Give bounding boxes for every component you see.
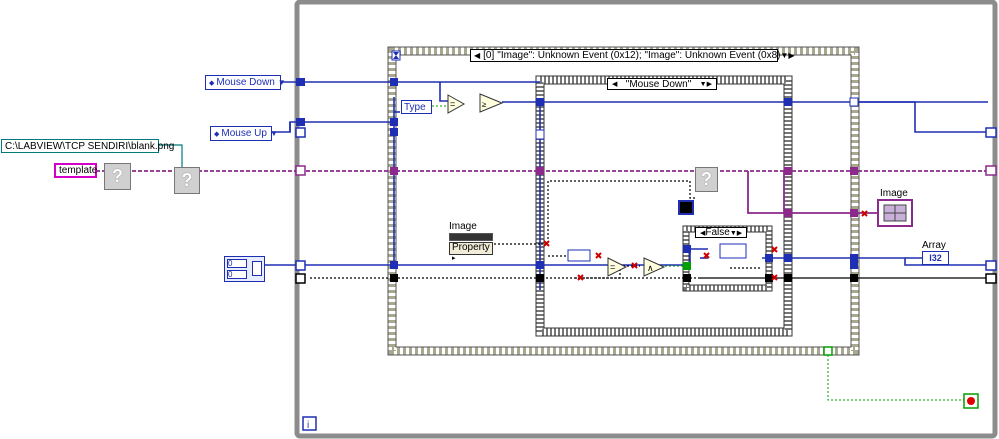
event-data-node[interactable]: [535, 129, 545, 140]
property-node-reference-bar: [449, 233, 493, 241]
event-selector-label[interactable]: ◀ [0] "Image": Unknown Event (0x12); "Im…: [470, 49, 795, 62]
case-structure-mouse-down-frame[interactable]: [536, 76, 792, 336]
case-selector-label: "Mouse Down": [625, 78, 692, 90]
event-selector-index: [0]: [483, 50, 495, 61]
question-mark-icon[interactable]: ?: [174, 167, 200, 194]
numeric-wires: [264, 81, 988, 290]
cluster-element-2[interactable]: [252, 261, 262, 276]
prev-case-icon[interactable]: ◀: [612, 80, 617, 88]
svg-text:≥: ≥: [482, 100, 487, 109]
equal-node[interactable]: =: [447, 94, 466, 114]
property-node-reference-label: Image: [449, 221, 477, 232]
cluster-constant[interactable]: 0 0: [224, 256, 265, 282]
svg-text:∧: ∧: [647, 263, 654, 273]
type-label: Type: [404, 101, 426, 113]
template-string-constant[interactable]: template: [54, 163, 97, 178]
cluster-element-1[interactable]: 0: [227, 270, 247, 279]
boolean-wires: [432, 105, 966, 401]
question-mark-icon[interactable]: ?: [695, 167, 718, 192]
event-data-type-node[interactable]: Type: [401, 100, 432, 114]
svg-text:i: i: [307, 420, 309, 431]
array-type-label: I32: [929, 253, 942, 263]
or-node[interactable]: ≥: [479, 93, 504, 113]
boolean-constant[interactable]: [678, 200, 694, 215]
next-case-icon[interactable]: ▼▶: [730, 229, 742, 237]
question-mark-icon[interactable]: ?: [104, 163, 131, 190]
property-arrow-icon: ▸: [452, 255, 456, 262]
case-selector-false[interactable]: ◀ False ▼▶: [695, 227, 747, 238]
array-indicator-label: Array: [922, 240, 946, 251]
svg-text:=: =: [610, 262, 615, 272]
template-value: template: [59, 165, 98, 176]
chevron-down-icon: ▼: [277, 78, 286, 87]
mouse-down-label: Mouse Down: [216, 77, 275, 88]
event-selector-prev-icon[interactable]: ◀: [474, 51, 480, 60]
bundle-node[interactable]: [719, 243, 747, 259]
next-case-icon[interactable]: ▼▶: [700, 80, 712, 88]
path-value: C:\LABVIEW\TCP SENDIRI\blank.png: [5, 140, 175, 152]
unbundle-node[interactable]: [567, 249, 591, 262]
array-i32-indicator[interactable]: I32: [922, 251, 949, 265]
event-selector-text: "Image": Unknown Event (0x12); "Image": …: [497, 50, 781, 61]
equal-node-2[interactable]: =: [607, 257, 628, 277]
mouse-up-ring-constant[interactable]: ◆ Mouse Up ▼: [210, 126, 278, 141]
svg-text:=: =: [450, 99, 455, 109]
iteration-terminal-icon[interactable]: i: [302, 416, 317, 431]
ring-icon: ◆: [214, 130, 220, 138]
cluster-element-0[interactable]: 0: [227, 259, 247, 268]
ring-icon: ◆: [209, 79, 215, 87]
case-selector-label: False: [705, 227, 730, 238]
event-selector-next-icon[interactable]: ▼▶: [781, 51, 795, 60]
chevron-down-icon: ▼: [269, 129, 278, 138]
mouse-up-label: Mouse Up: [221, 128, 267, 139]
and-node[interactable]: ∧: [643, 257, 666, 277]
case-selector-mouse-down[interactable]: ◀ "Mouse Down" ▼▶: [607, 78, 717, 90]
path-constant[interactable]: C:\LABVIEW\TCP SENDIRI\blank.png: [1, 139, 174, 153]
image-indicator-icon[interactable]: [877, 199, 913, 227]
property-item-label: Property: [452, 242, 490, 253]
image-indicator-label: Image: [880, 188, 908, 199]
image-property-node[interactable]: Image Property ▸: [449, 221, 493, 262]
mouse-down-ring-constant[interactable]: ◆ Mouse Down ▼: [205, 75, 286, 90]
block-diagram-canvas: = ≥ = ∧ i: [96, 0, 998, 439]
hourglass-icon: [391, 50, 401, 61]
broken-wire-marks: [543, 210, 868, 281]
property-node-item[interactable]: Property ▸: [449, 242, 493, 262]
stop-terminal[interactable]: [963, 393, 979, 409]
